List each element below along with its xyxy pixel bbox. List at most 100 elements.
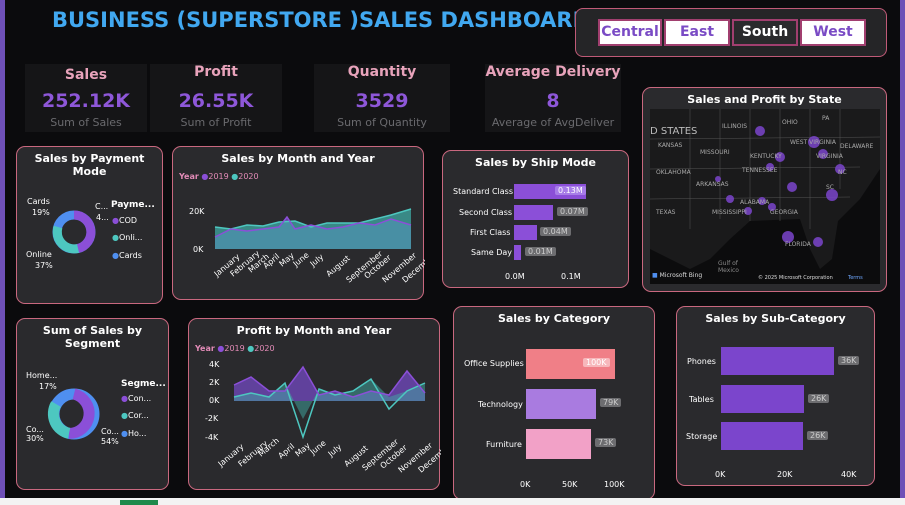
map-label: MISSOURI <box>700 149 730 156</box>
map-label: NC <box>838 169 847 176</box>
slicer-west[interactable]: West <box>800 19 866 46</box>
label-cons: Co... <box>101 427 119 436</box>
label-home-pct: 17% <box>39 382 57 391</box>
map-label: DELAWARE <box>840 143 874 150</box>
kpi-label: Profit <box>194 64 238 80</box>
x-tick: 0.1M <box>561 272 581 281</box>
map-copyright: © 2025 Microsoft Corporation <box>758 275 833 281</box>
kpi-sub: Sum of Profit <box>180 116 252 129</box>
x-tick: July <box>326 442 344 459</box>
legend-label: Con... <box>127 394 152 403</box>
map-label: Gulf of <box>718 260 738 267</box>
legend-cod: ●COD <box>112 216 138 225</box>
taskbar-indicator <box>120 500 158 505</box>
kpi-label: Average Delivery <box>485 64 621 80</box>
segment-card: Sum of Sales by Segment Home... 17% Co..… <box>16 318 169 490</box>
bar-first-class <box>514 225 537 240</box>
kpi-value: 8 <box>546 90 560 112</box>
x-tick: 0K <box>715 470 726 479</box>
x-axis-labels: January February March April May June Ju… <box>212 249 425 285</box>
donut-slice-cod <box>73 210 96 253</box>
map-label: MISSISSIPPI <box>712 209 747 216</box>
map-label: TEXAS <box>656 209 676 216</box>
legend-label: Onli... <box>118 233 143 242</box>
label-online: Online <box>26 250 52 259</box>
map-label: PA <box>822 115 830 122</box>
category-label: Technology <box>478 400 523 409</box>
kpi-sub: Sum of Quantity <box>337 116 427 129</box>
map-label: OKLAHOMA <box>656 169 691 176</box>
legend-label: Cards <box>118 251 142 260</box>
kpi-value: 3529 <box>355 90 409 112</box>
data-label: 0.04M <box>540 227 571 236</box>
kpi-value: 252.12K <box>41 90 131 112</box>
slicer-east[interactable]: East <box>664 19 730 46</box>
kpi-profit: Profit 26.55K Sum of Profit <box>150 64 282 132</box>
map-label: ARKANSAS <box>696 181 729 188</box>
data-label: 26K <box>808 394 830 403</box>
legend-corporate: ●Cor... <box>121 411 149 420</box>
category-label: Office Supplies <box>464 359 524 368</box>
category-label: Same Day <box>471 248 513 257</box>
card-title: Sales by Ship Mode <box>475 156 596 169</box>
card-title: Sales by Sub-Category <box>705 312 846 325</box>
slicer-south[interactable]: South <box>732 19 798 46</box>
data-label: 0.13M <box>555 186 586 195</box>
bar-phones <box>721 347 834 375</box>
data-label: 36K <box>838 356 860 365</box>
donut-slice-online <box>52 225 79 254</box>
x-tick: 40K <box>841 470 857 479</box>
data-label: 100K <box>583 358 610 367</box>
map-label: KENTUCKY <box>750 153 782 160</box>
kpi-avg-delivery: Average Delivery 8 Average of AvgDeliver <box>485 64 621 132</box>
category-label: Furniture <box>486 440 522 449</box>
category-label: Storage <box>686 432 718 441</box>
payment-mode-card: Sales by Payment Mode Cards 19% Online 3… <box>16 146 163 304</box>
category-label: Second Class <box>459 208 513 217</box>
kpi-sales: Sales 252.12K Sum of Sales <box>25 64 147 132</box>
map-label: ILLINOIS <box>722 123 748 130</box>
bar-same-day <box>514 245 521 260</box>
map-label: SC <box>826 184 834 191</box>
kpi-sub: Sum of Sales <box>50 116 122 129</box>
map-label: FLORIDA <box>785 241 811 248</box>
month-sales-area-chart: January February March April May June Ju… <box>212 208 425 285</box>
category-label: Standard Class <box>453 187 513 196</box>
map-label: TENNESSEE <box>742 167 778 174</box>
map-label: Mexico <box>718 267 739 274</box>
card-title: Sales and Profit by State <box>687 93 842 106</box>
x-tick: June <box>291 250 311 269</box>
kpi-label: Sales <box>64 67 108 83</box>
legend-title: Segme... <box>121 379 166 389</box>
data-label: 0.07M <box>557 207 588 216</box>
legend-title: Payme... <box>111 200 155 210</box>
data-label: 79K <box>600 398 622 407</box>
x-tick: 50K <box>562 480 578 489</box>
kpi-quantity: Quantity 3529 Sum of Quantity <box>314 64 450 132</box>
bar-technology <box>526 389 596 419</box>
bar-tables <box>721 385 804 413</box>
slicer-central[interactable]: Central <box>598 19 662 46</box>
card-title: Sales by Category <box>497 312 611 325</box>
legend-label: COD <box>118 216 138 225</box>
month-sales-card: Sales by Month and Year Year ●2019 ●2020… <box>172 146 425 300</box>
map-terms-link[interactable]: Terms <box>848 275 863 281</box>
x-tick: June <box>308 438 328 457</box>
category-label: First Class <box>470 228 511 237</box>
map-canvas[interactable]: D STATES KANSAS ILLINOIS OHIO PA MISSOUR… <box>650 109 880 284</box>
x-tick: 100K <box>604 480 625 489</box>
bar-storage <box>721 422 803 450</box>
segment-donut-chart <box>47 388 100 440</box>
ship-mode-card: Sales by Ship Mode Standard Class Second… <box>442 150 629 288</box>
donut-slice-corporate <box>47 401 71 439</box>
data-label: 0.01M <box>525 247 556 256</box>
map-label: VIRGINIA <box>816 153 843 160</box>
right-edge <box>900 0 905 505</box>
map-label: D STATES <box>650 126 698 137</box>
x-tick: July <box>308 252 326 269</box>
legend-cards: ●Cards <box>112 251 142 260</box>
label-cod-pct: 4... <box>96 213 109 222</box>
subcategory-card: Sales by Sub-Category Phones Tables Stor… <box>676 306 875 486</box>
data-label: 73K <box>595 438 617 447</box>
legend-online: ●Onli... <box>112 233 143 242</box>
